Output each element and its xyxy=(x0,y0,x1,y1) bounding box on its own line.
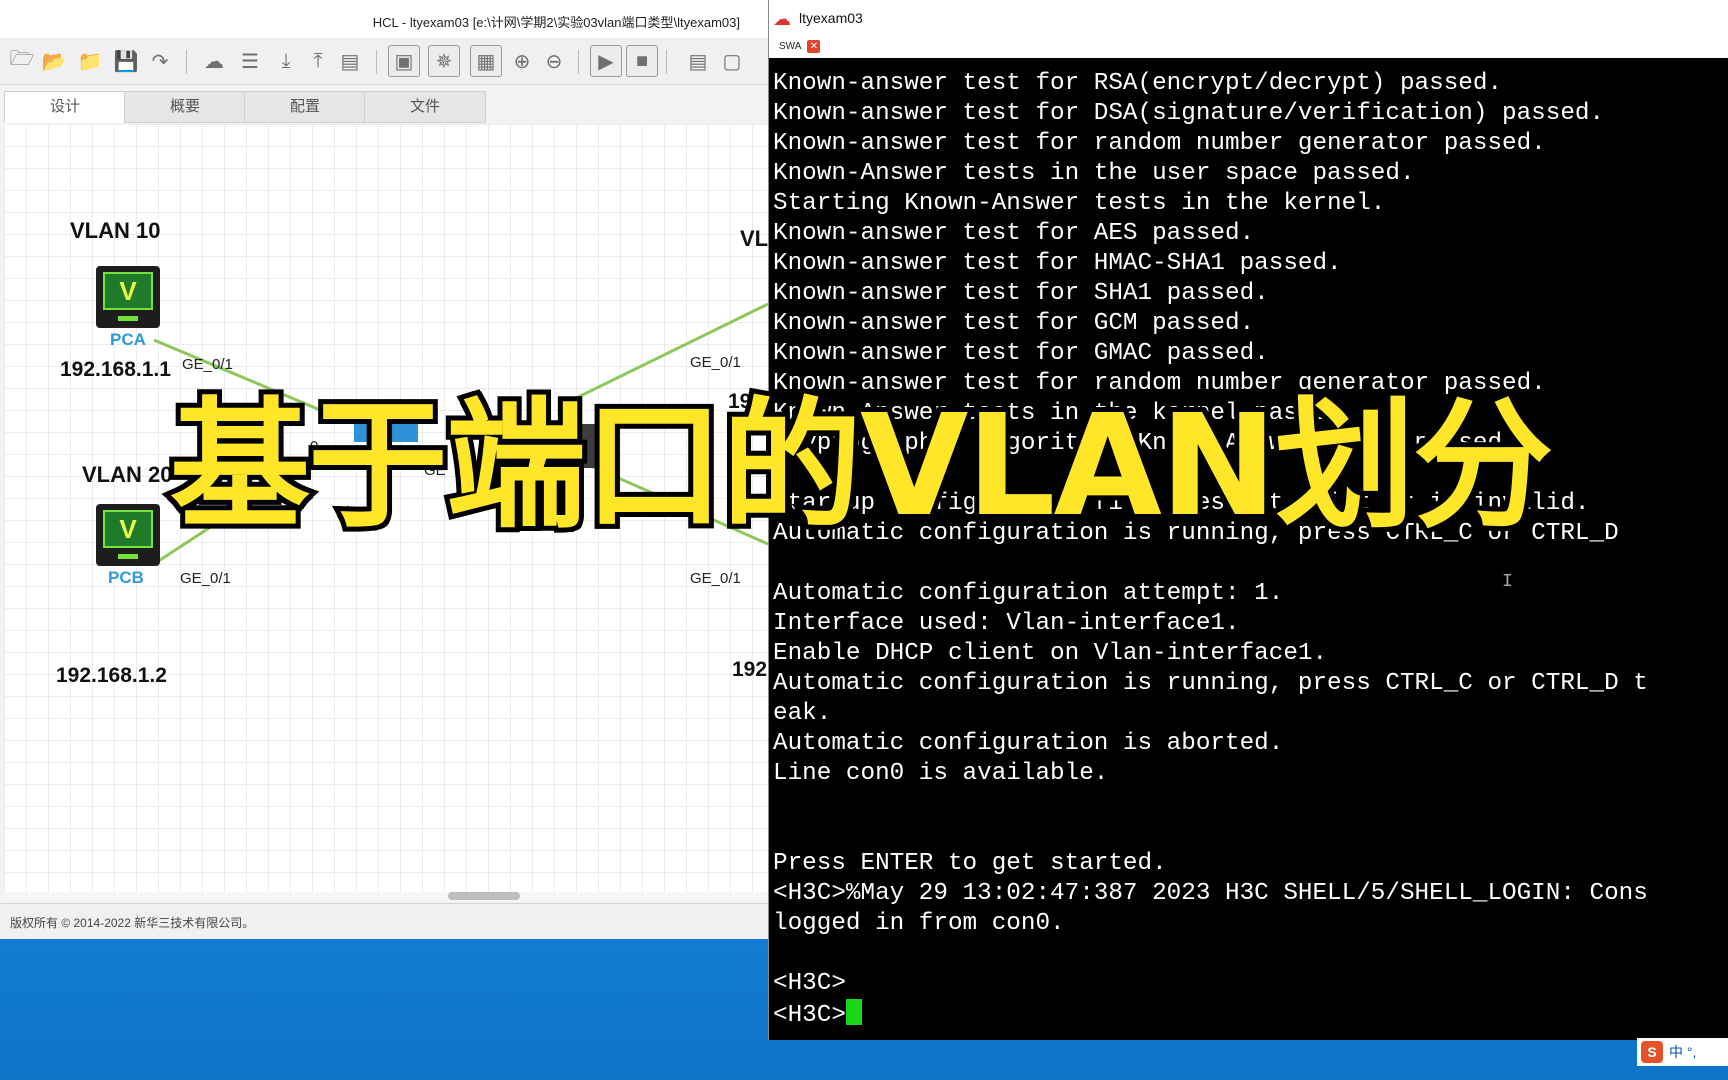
terminal-line: Line con0 is available. xyxy=(773,760,1109,787)
new-project-icon[interactable]: 🗁 xyxy=(8,47,36,75)
add-note-icon[interactable]: ▤ xyxy=(684,47,712,75)
scrollbar-thumb[interactable] xyxy=(448,892,520,900)
terminal-line: eak. xyxy=(773,700,832,727)
overlay-title: 基于端口的VLAN划分 xyxy=(165,380,1558,553)
report-icon[interactable]: ▤ xyxy=(336,47,364,75)
terminal-cursor xyxy=(845,999,862,1025)
hcl-window-title: HCL - ltyexam03 [e:\计网\学期2\实验03vlan端口类型\… xyxy=(372,15,740,30)
save-as-icon[interactable]: ↷ xyxy=(146,47,174,75)
terminal-line: Automatic configuration is aborted. xyxy=(773,730,1284,757)
toolbar-separator xyxy=(376,50,377,74)
ime-indicator[interactable]: S 中 °, xyxy=(1637,1038,1728,1066)
right-top-port: GE_0/1 xyxy=(690,354,741,371)
terminal-tab-swa[interactable]: SWA ✕ xyxy=(775,36,824,57)
open-project-icon[interactable]: 📂 xyxy=(40,47,68,75)
zoom-out-icon[interactable]: ⊖ xyxy=(540,47,568,75)
ime-mode-text: 中 °, xyxy=(1669,1044,1697,1060)
tab-config[interactable]: 配置 xyxy=(244,91,366,123)
terminal-line: logged in from con0. xyxy=(773,910,1065,937)
vlan10-label: VLAN 10 xyxy=(70,218,161,243)
add-shape-icon[interactable]: ▢ xyxy=(718,47,746,75)
terminal-line: Press ENTER to get started. xyxy=(773,850,1167,877)
toolbar-separator xyxy=(578,50,579,74)
terminal-line: Known-answer test for random number gene… xyxy=(773,130,1546,157)
hcl-title-bar[interactable]: HCL - ltyexam03 [e:\计网\学期2\实验03vlan端口类型\… xyxy=(0,0,768,38)
export-icon[interactable]: ⤒ xyxy=(304,47,332,75)
pca-computer-icon[interactable]: V xyxy=(96,266,160,328)
grid-icon[interactable]: ▦ xyxy=(470,45,502,77)
zoom-in-icon[interactable]: ⊕ xyxy=(508,47,536,75)
copyright-text: 版权所有 © 2014-2022 新华三技术有限公司。 xyxy=(10,916,255,930)
vlan-right-label: VL xyxy=(740,226,768,251)
toolbar-separator xyxy=(666,50,667,74)
terminal-line: <H3C>%May 29 13:02:47:387 2023 H3C SHELL… xyxy=(773,880,1648,907)
terminal-line: <H3C> xyxy=(773,1002,846,1029)
terminal-line: Known-answer test for HMAC-SHA1 passed. xyxy=(773,250,1342,277)
pc-base xyxy=(118,554,138,559)
terminal-line: Known-answer test for RSA(encrypt/decryp… xyxy=(773,70,1503,97)
tab-files[interactable]: 文件 xyxy=(364,91,486,123)
pc-screen: V xyxy=(103,272,153,310)
sogou-ime-icon: S xyxy=(1641,1041,1663,1063)
terminal-tab-bar: SWA ✕ xyxy=(769,36,1728,59)
save-icon[interactable]: 💾 xyxy=(112,47,140,75)
capture-icon[interactable]: ▣ xyxy=(388,45,420,77)
terminal-window-title: ltyexam03 xyxy=(799,10,863,26)
terminal-line: Interface used: Vlan-interface1. xyxy=(773,610,1240,637)
terminal-line: Known-answer test for GCM passed. xyxy=(773,310,1255,337)
layers-icon[interactable]: ☰ xyxy=(236,47,264,75)
horizontal-scrollbar[interactable] xyxy=(4,892,768,900)
toolbar-separator xyxy=(186,50,187,74)
terminal-line: Automatic configuration attempt: 1. xyxy=(773,580,1284,607)
hcl-toolbar: 🗁 📂 📁 💾 ↷ ☁ ☰ ⤓ ⤒ ▤ ▣ ✵ ▦ ⊕ ⊖ ▶ ■ ▤ ▢ xyxy=(0,38,768,85)
right-bottom-ip: 192 xyxy=(732,658,768,681)
terminal-line: Known-answer test for AES passed. xyxy=(773,220,1255,247)
pcb-ip: 192.168.1.2 xyxy=(56,664,167,687)
right-bottom-port: GE_0/1 xyxy=(690,570,741,587)
terminal-line: <H3C> xyxy=(773,970,846,997)
close-tab-icon[interactable]: ✕ xyxy=(807,40,821,53)
open-folder-icon[interactable]: 📁 xyxy=(76,47,104,75)
text-cursor-icon: I xyxy=(1502,572,1513,592)
cloud-icon[interactable]: ☁ xyxy=(200,47,228,75)
pc-base xyxy=(118,316,138,321)
pcb-port: GE_0/1 xyxy=(180,570,231,587)
vlan20-label: VLAN 20 xyxy=(82,462,173,487)
topology-icon[interactable]: ✵ xyxy=(428,45,460,77)
terminal-line: Starting Known-Answer tests in the kerne… xyxy=(773,190,1386,217)
pc-screen: V xyxy=(103,510,153,548)
stop-all-icon[interactable]: ■ xyxy=(626,45,658,77)
terminal-line: Known-answer test for SHA1 passed. xyxy=(773,280,1269,307)
terminal-line: Known-answer test for DSA(signature/veri… xyxy=(773,100,1605,127)
tab-design[interactable]: 设计 xyxy=(4,91,126,123)
tab-overview[interactable]: 概要 xyxy=(124,91,246,123)
hcl-status-bar: 版权所有 © 2014-2022 新华三技术有限公司。 xyxy=(0,903,768,939)
cloud-app-icon: ☁ xyxy=(773,9,791,29)
terminal-line: Known-Answer tests in the user space pas… xyxy=(773,160,1415,187)
start-all-icon[interactable]: ▶ xyxy=(590,45,622,77)
terminal-tab-label: SWA xyxy=(779,41,802,52)
terminal-line: Automatic configuration is running, pres… xyxy=(773,670,1648,697)
pca-port: GE_0/1 xyxy=(182,356,233,373)
terminal-line: Enable DHCP client on Vlan-interface1. xyxy=(773,640,1328,667)
terminal-line: Known-answer test for GMAC passed. xyxy=(773,340,1269,367)
pcb-computer-icon[interactable]: V xyxy=(96,504,160,566)
pca-ip: 192.168.1.1 xyxy=(60,358,171,381)
import-icon[interactable]: ⤓ xyxy=(272,47,300,75)
pcb-name: PCB xyxy=(108,568,144,587)
terminal-title-bar[interactable]: ☁ ltyexam03 xyxy=(769,0,1728,36)
pca-name: PCA xyxy=(110,330,146,349)
